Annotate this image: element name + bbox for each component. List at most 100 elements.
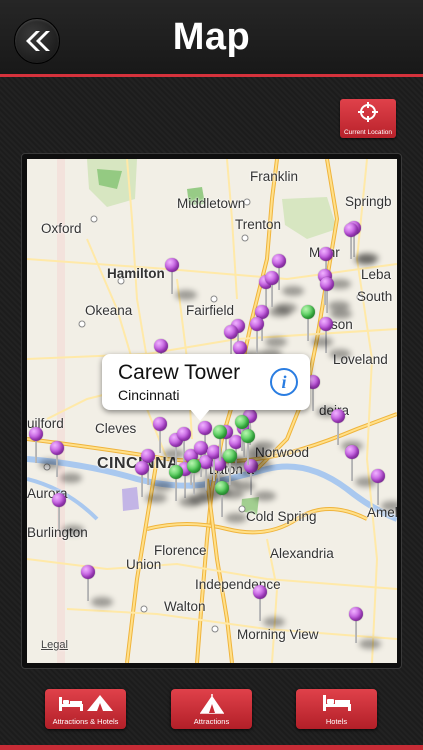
pin-head <box>187 459 201 473</box>
pin-stick <box>350 235 352 259</box>
map-label-middletown: Middletown <box>177 196 246 211</box>
crosshair-icon <box>358 102 378 122</box>
pin-head <box>253 585 267 599</box>
green-map-pin[interactable] <box>223 449 237 487</box>
purple-map-pin[interactable] <box>320 277 334 315</box>
pin-head <box>250 317 264 331</box>
pin-stick <box>307 317 309 341</box>
pin-stick <box>184 474 186 498</box>
map-view[interactable]: Franklin Middletown Springb Oxford Trent… <box>27 159 397 663</box>
pin-head <box>320 277 334 291</box>
map-callout[interactable]: Carew Tower Cincinnati i <box>102 354 310 410</box>
map-label-cold-spring: Cold Spring <box>246 509 317 524</box>
pin-stick <box>259 597 261 621</box>
map-label-mason: son <box>331 317 353 332</box>
pin-stick <box>193 471 195 495</box>
purple-map-pin[interactable] <box>250 317 264 355</box>
pin-stick <box>159 429 161 453</box>
current-location-button[interactable]: Current Location <box>340 99 396 138</box>
purple-map-pin[interactable] <box>345 445 359 483</box>
attractions-button[interactable]: Attractions <box>171 689 252 729</box>
pin-head <box>50 441 64 455</box>
pin-head <box>224 325 238 339</box>
attractions-label: Attractions <box>193 717 230 726</box>
map-label-south-lebanon: South <box>357 289 393 304</box>
pin-stick <box>337 421 339 445</box>
purple-map-pin[interactable] <box>50 441 64 479</box>
pin-stick <box>56 453 58 477</box>
tent-icon <box>200 694 224 714</box>
map-label-union: Union <box>126 557 162 572</box>
hotels-button[interactable]: Hotels <box>296 689 377 729</box>
pin-stick <box>58 505 60 529</box>
pin-stick <box>377 481 379 505</box>
attractions-hotels-button[interactable]: Attractions & Hotels <box>45 689 126 729</box>
pin-stick <box>87 577 89 601</box>
map-label-franklin: Franklin <box>250 169 299 184</box>
purple-map-pin[interactable] <box>135 461 149 499</box>
pin-head <box>177 427 191 441</box>
green-map-pin[interactable] <box>187 459 201 497</box>
pin-head <box>235 415 249 429</box>
purple-map-pin[interactable] <box>153 417 167 455</box>
purple-map-pin[interactable] <box>349 607 363 645</box>
pin-head <box>81 565 95 579</box>
pin-head <box>29 427 43 441</box>
pin-stick <box>141 473 143 497</box>
info-icon[interactable]: i <box>270 368 298 396</box>
legal-link[interactable]: Legal <box>41 639 68 651</box>
pin-head <box>301 305 315 319</box>
pin-head <box>135 461 149 475</box>
pin-head <box>241 429 255 443</box>
pin-head <box>344 223 358 237</box>
purple-map-pin[interactable] <box>81 565 95 603</box>
map-label-okeana: Okeana <box>85 303 133 318</box>
footer-divider <box>0 745 423 750</box>
pin-head <box>194 441 208 455</box>
purple-map-pin[interactable] <box>331 409 345 447</box>
bed-tent-icon <box>59 695 113 711</box>
map-label-morning-view: Morning View <box>237 627 319 642</box>
pin-head <box>223 449 237 463</box>
purple-map-pin[interactable] <box>319 317 333 355</box>
pin-stick <box>247 441 249 465</box>
pin-stick <box>271 283 273 307</box>
map-label-alexandria: Alexandria <box>270 546 334 561</box>
page-title: Map <box>172 16 251 58</box>
purple-map-pin[interactable] <box>29 427 43 465</box>
current-location-label: Current Location <box>343 129 393 136</box>
bed-icon <box>323 695 351 711</box>
pin-head <box>198 421 212 435</box>
pin-head <box>371 469 385 483</box>
pin-head <box>213 425 227 439</box>
pin-stick <box>175 477 177 501</box>
pin-head <box>319 317 333 331</box>
purple-map-pin[interactable] <box>253 585 267 623</box>
pin-head <box>52 493 66 507</box>
green-map-pin[interactable] <box>241 429 255 467</box>
pin-head <box>233 341 247 355</box>
pin-head <box>345 445 359 459</box>
pin-head <box>153 417 167 431</box>
pin-stick <box>355 619 357 643</box>
callout-pointer <box>189 408 211 421</box>
green-map-pin[interactable] <box>301 305 315 343</box>
pin-stick <box>229 461 231 485</box>
map-label-hamilton: Hamilton <box>107 266 165 281</box>
pin-stick <box>326 289 328 313</box>
hotels-label: Hotels <box>325 717 348 726</box>
map-label-florence: Florence <box>154 543 207 558</box>
attractions-hotels-label: Attractions & Hotels <box>52 717 119 726</box>
purple-map-pin[interactable] <box>52 493 66 531</box>
pin-head <box>319 247 333 261</box>
purple-map-pin[interactable] <box>371 469 385 507</box>
purple-map-pin[interactable] <box>344 223 358 261</box>
pin-head <box>265 271 279 285</box>
purple-map-pin[interactable] <box>265 271 279 309</box>
purple-map-pin[interactable] <box>165 258 179 296</box>
green-map-pin[interactable] <box>169 465 183 503</box>
map-label-trenton: Trenton <box>235 217 282 232</box>
pin-head <box>165 258 179 272</box>
pin-stick <box>35 439 37 463</box>
map-label-walton: Walton <box>164 599 206 614</box>
